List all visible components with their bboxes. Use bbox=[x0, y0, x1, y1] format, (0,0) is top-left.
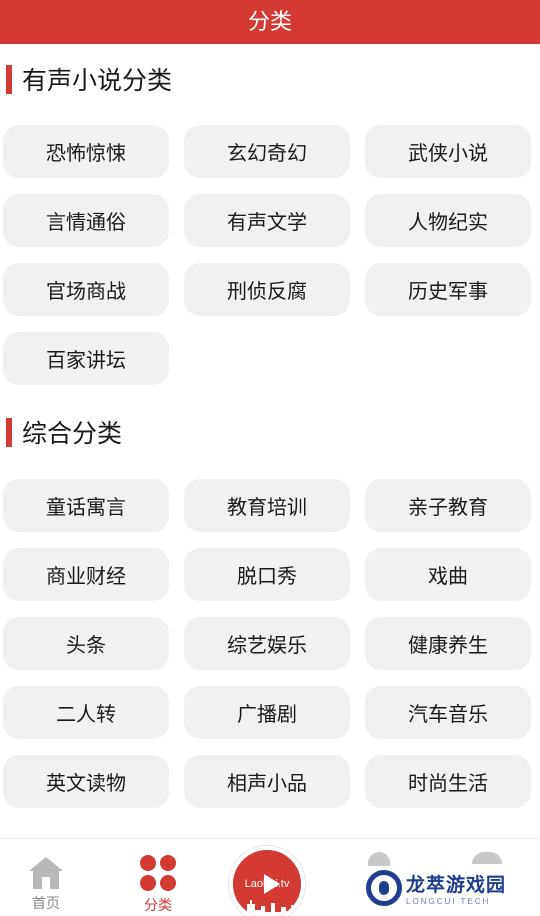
category-chip[interactable]: 亲子教育 bbox=[365, 479, 531, 532]
center-play-button[interactable]: Laobai.tv bbox=[229, 846, 305, 916]
watermark-logo: 龙萃游戏园 LONGCUI TECH bbox=[366, 866, 536, 910]
category-chip[interactable]: 言情通俗 bbox=[3, 194, 169, 247]
watermark-text: 龙萃游戏园 bbox=[406, 874, 507, 896]
tab-category[interactable]: 分类 bbox=[136, 839, 180, 916]
category-chip[interactable]: 脱口秀 bbox=[184, 548, 350, 601]
category-chip[interactable]: 健康养生 bbox=[365, 617, 531, 670]
play-icon bbox=[264, 874, 280, 894]
category-chip[interactable]: 官场商战 bbox=[3, 263, 169, 316]
category-grid-general: 童话寓言 教育培训 亲子教育 商业财经 脱口秀 戏曲 头条 综艺娱乐 健康养生 … bbox=[3, 479, 531, 808]
section-title-audio-novels: 有声小说分类 bbox=[0, 62, 540, 96]
section-title-label: 有声小说分类 bbox=[22, 66, 173, 95]
category-chip[interactable]: 商业财经 bbox=[3, 548, 169, 601]
tab-category-label: 分类 bbox=[144, 898, 172, 914]
category-chip[interactable]: 童话寓言 bbox=[3, 479, 169, 532]
category-chip[interactable]: 相声小品 bbox=[184, 755, 350, 808]
top-header: 分类 bbox=[0, 0, 540, 44]
category-grid-icon bbox=[140, 855, 176, 891]
skyline-icon bbox=[233, 900, 301, 916]
category-chip[interactable]: 恐怖惊悚 bbox=[3, 125, 169, 178]
section-title-general: 综合分类 bbox=[0, 415, 540, 449]
category-chip[interactable]: 汽车音乐 bbox=[365, 686, 531, 739]
category-chip[interactable]: 广播剧 bbox=[184, 686, 350, 739]
section-title-label: 综合分类 bbox=[22, 419, 123, 448]
category-chip[interactable]: 综艺娱乐 bbox=[184, 617, 350, 670]
category-chip[interactable]: 教育培训 bbox=[184, 479, 350, 532]
page-title: 分类 bbox=[247, 10, 292, 35]
cloud-icon[interactable] bbox=[472, 852, 502, 864]
category-chip[interactable]: 时尚生活 bbox=[365, 755, 531, 808]
tab-home-label: 首页 bbox=[32, 896, 60, 912]
category-chip[interactable]: 二人转 bbox=[3, 686, 169, 739]
category-chip[interactable]: 历史军事 bbox=[365, 263, 531, 316]
category-chip[interactable]: 武侠小说 bbox=[365, 125, 531, 178]
category-chip[interactable]: 刑侦反腐 bbox=[184, 263, 350, 316]
category-grid-audio-novels: 恐怖惊悚 玄幻奇幻 武侠小说 言情通俗 有声文学 人物纪实 官场商战 刑侦反腐 … bbox=[3, 125, 531, 385]
category-chip[interactable]: 人物纪实 bbox=[365, 194, 531, 247]
category-chip[interactable]: 百家讲坛 bbox=[3, 332, 169, 385]
home-icon bbox=[29, 857, 63, 889]
category-chip[interactable]: 玄幻奇幻 bbox=[184, 125, 350, 178]
category-chip[interactable]: 戏曲 bbox=[365, 548, 531, 601]
section-accent-bar bbox=[6, 64, 12, 94]
watermark-emblem-icon bbox=[366, 870, 402, 906]
watermark-subtext: LONGCUI TECH bbox=[406, 897, 491, 906]
category-chip[interactable]: 头条 bbox=[3, 617, 169, 670]
tab-home[interactable]: 首页 bbox=[24, 839, 68, 916]
category-chip[interactable]: 英文读物 bbox=[3, 755, 169, 808]
category-chip[interactable]: 有声文学 bbox=[184, 194, 350, 247]
section-accent-bar bbox=[6, 417, 12, 447]
